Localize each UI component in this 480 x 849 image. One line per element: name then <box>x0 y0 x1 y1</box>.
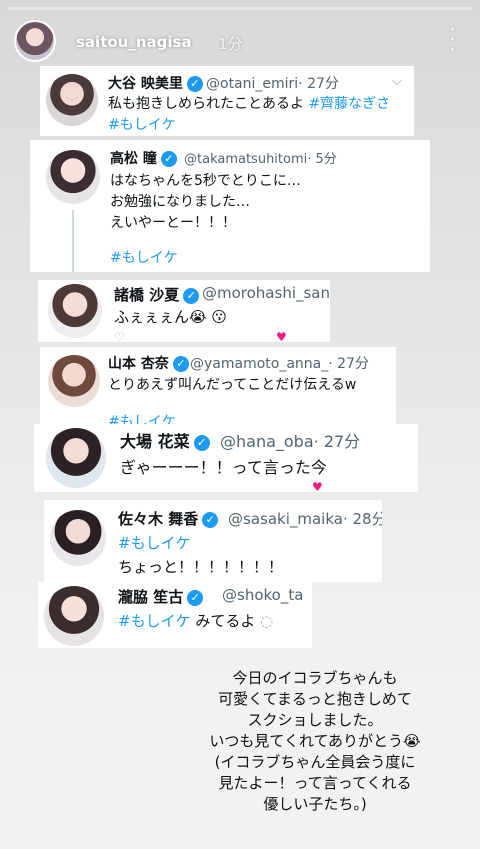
hashtag-link[interactable]: #もしイケ <box>108 114 176 134</box>
tweet-handle: @morohashi_san <box>202 284 330 302</box>
tweet-handle: @sasaki_maika <box>228 510 343 528</box>
avatar <box>48 355 100 407</box>
tweet-time: · 28分 <box>342 510 382 528</box>
caption-line: いつも見てくれてありがとう😭 <box>209 732 421 750</box>
tweet-text: ふぇぇぇん😭 😗 <box>114 308 227 326</box>
caption-line: 可愛くてまるっと抱きしめて <box>218 690 412 708</box>
tweet-text-body: 私も抱きしめられたことあるよ <box>108 96 309 112</box>
hashtag-link[interactable]: #もしイケ <box>118 612 191 630</box>
hashtag-link[interactable]: #もしイケ <box>118 532 191 553</box>
avatar[interactable] <box>14 20 56 62</box>
story-header: saitou_nagisa 1分 · · · <box>14 16 466 68</box>
tweet-text: ちょっと！！！！！！！ <box>118 558 284 576</box>
avatar <box>46 428 106 488</box>
tweet-text: ぎゃーーー！！って言った今 <box>120 458 327 477</box>
tweet-text: #もしイケ みてるよ ◌ <box>118 610 273 631</box>
avatar <box>50 510 106 566</box>
tweet-author-name-text: 高松 瞳 <box>110 151 157 167</box>
verified-icon: ✓ <box>202 512 219 528</box>
story-caption: 今日のイコラブちゃんも 可愛くてまるっと抱きしめて スクショしました。 いつも見… <box>180 668 450 815</box>
tweet-text-line: えいやーとー！！！ <box>110 215 236 231</box>
tweet-author-name: 山本 杏奈 ✓ <box>108 353 189 373</box>
avatar <box>46 74 98 126</box>
thread-line <box>72 210 74 272</box>
tweet-author-name-text: 諸橋 沙夏 <box>114 286 180 304</box>
caption-line: 今日のイコラブちゃんも <box>232 669 398 687</box>
tweet-time: · 5分 <box>307 152 337 167</box>
spinner-icon: ◌ <box>260 612 274 630</box>
caption-line: スクショしました。 <box>247 711 383 729</box>
tweet-author-name: 諸橋 沙夏 ✓ <box>114 284 200 305</box>
tweet-text-body: みてるよ <box>190 612 256 630</box>
verified-icon: ✓ <box>186 76 203 92</box>
tweet-author-name-text: 瀧脇 笙古 <box>118 588 184 606</box>
like-icon[interactable]: ♥ <box>276 330 287 342</box>
avatar <box>44 586 104 646</box>
tweet-card: 高松 瞳 ✓ @takamatsuhitomi· 5分 はなちゃんを5秒でとりこに… <box>30 140 430 272</box>
tweet-handle-row: @yamamoto_anna_· 27分 <box>190 353 369 373</box>
tweet-handle-row: @otani_emiri· 27分 <box>206 73 339 93</box>
tweet-actions-faded: ♡ <box>114 330 125 342</box>
tweet-handle: @takamatsuhitomi <box>184 152 308 167</box>
like-icon[interactable]: ♥ <box>312 480 323 492</box>
tweet-card: 山本 杏奈 ✓ @yamamoto_anna_· 27分 とりあえず叫んだってこと… <box>40 347 396 427</box>
caption-line: 見たよー！って言ってくれる <box>218 774 412 792</box>
tweet-author-name-text: 佐々木 舞香 <box>118 510 199 528</box>
tweet-handle-row: @hana_oba· 27分 <box>220 428 360 452</box>
caption-line: (イコラブちゃん全員会う度に <box>214 753 416 771</box>
more-vertical-icon[interactable]: · · · <box>449 20 456 62</box>
avatar <box>46 150 100 204</box>
tweet-handle-row: @sasaki_maika· 28分 <box>228 508 382 529</box>
verified-icon: ✓ <box>193 435 210 451</box>
tweet-author-name: 大場 花菜 ✓ <box>120 428 210 452</box>
tweet-author-name: 瀧脇 笙古 ✓ <box>118 586 204 607</box>
tweet-handle: @shoko_ta <box>222 586 304 604</box>
story-progress-bar <box>8 7 472 10</box>
caption-line: 優しい子たち。) <box>263 795 367 813</box>
tweet-text-line: お勉強になりました… <box>110 194 250 210</box>
tweet-card: 佐々木 舞香 ✓ @sasaki_maika· 28分 #もしイケ ちょっと！！！… <box>44 500 382 582</box>
tweet-author-name: 大谷 映美里 ✓ <box>108 73 203 93</box>
avatar <box>48 284 102 338</box>
tweet-card: 瀧脇 笙古 ✓ @shoko_ta #もしイケ みてるよ ◌ <box>38 582 312 648</box>
tweet-time: · 27分 <box>313 432 361 451</box>
verified-icon: ✓ <box>187 590 204 606</box>
tweet-author-name: 佐々木 舞香 ✓ <box>118 508 219 529</box>
tweet-card: 大場 花菜 ✓ @hana_oba· 27分 ぎゃーーー！！って言った今 ♥ <box>34 424 418 492</box>
tweet-card: 大谷 映美里 ✓ @otani_emiri· 27分 ⌵ 私も抱きしめられたことあ… <box>40 66 414 136</box>
story-username[interactable]: saitou_nagisa <box>76 33 192 51</box>
tweet-author-name: 高松 瞳 ✓ <box>110 148 177 168</box>
tweet-text: 私も抱きしめられたことあるよ #齊藤なぎさ <box>108 93 390 113</box>
hashtag-link[interactable]: #もしイケ <box>110 247 178 267</box>
tweet-author-name-text: 山本 杏奈 <box>108 356 169 372</box>
chevron-down-icon[interactable]: ⌵ <box>392 74 402 89</box>
hashtag-link[interactable]: #齊藤なぎさ <box>308 96 390 112</box>
tweet-handle: @yamamoto_anna_ <box>190 356 329 372</box>
tweet-time: · 27分 <box>328 356 369 372</box>
tweet-author-name-text: 大谷 映美里 <box>108 76 183 92</box>
tweet-time: · 27分 <box>298 76 339 92</box>
tweet-handle: @hana_oba <box>220 432 314 451</box>
tweet-handle: @otani_emiri <box>206 76 299 92</box>
tweet-handle-row: @takamatsuhitomi· 5分 <box>184 148 337 167</box>
tweet-author-name-text: 大場 花菜 <box>120 432 190 451</box>
verified-icon: ✓ <box>172 356 189 372</box>
tweet-text: とりあえず叫んだってことだけ伝えるw <box>108 377 357 393</box>
verified-icon: ✓ <box>183 288 200 304</box>
tweet-text-line: はなちゃんを5秒でとりこに… <box>110 173 301 189</box>
tweet-card: 諸橋 沙夏 ✓ @morohashi_san ふぇぇぇん😭 😗 ♡ ♥ <box>38 280 330 342</box>
verified-icon: ✓ <box>160 151 177 167</box>
story-time: 1分 <box>218 35 243 53</box>
